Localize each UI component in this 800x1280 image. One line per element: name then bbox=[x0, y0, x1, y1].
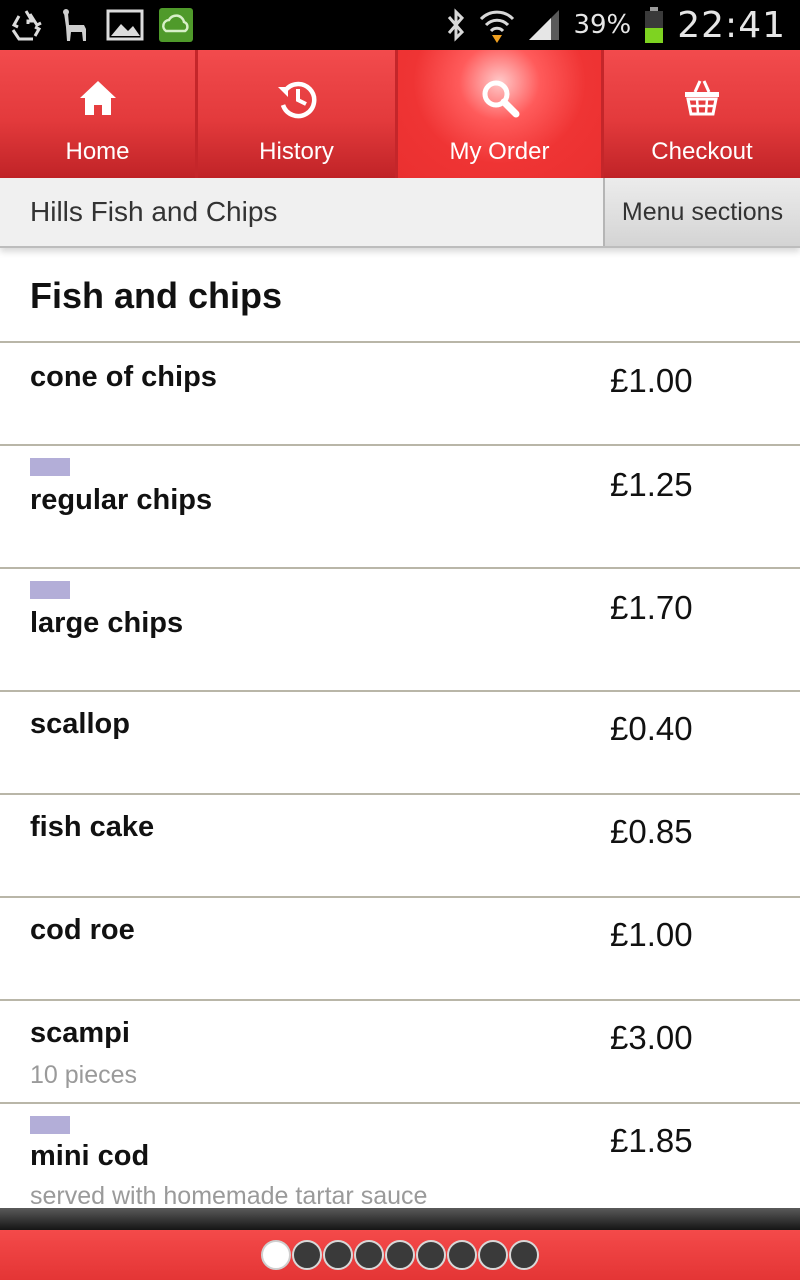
tab-my-order-label: My Order bbox=[449, 138, 550, 165]
item-name: fish cake bbox=[30, 811, 155, 843]
search-icon bbox=[480, 78, 520, 123]
item-price: £1.85 bbox=[610, 1122, 693, 1159]
item-name: mini cod bbox=[30, 1140, 150, 1172]
item-name: scampi bbox=[30, 1017, 130, 1049]
alpaca-icon bbox=[58, 7, 92, 43]
history-icon bbox=[276, 78, 318, 125]
tab-history[interactable]: History bbox=[198, 50, 398, 178]
page-indicator bbox=[261, 1240, 539, 1270]
item-name: scallop bbox=[30, 708, 130, 740]
recycle-icon bbox=[8, 8, 44, 42]
tab-home-label: Home bbox=[65, 138, 130, 165]
page-dot[interactable] bbox=[478, 1240, 508, 1270]
battery-icon bbox=[643, 6, 665, 44]
signal-icon bbox=[527, 8, 561, 42]
item-price: £1.00 bbox=[610, 362, 693, 399]
restaurant-name: Hills Fish and Chips bbox=[30, 196, 278, 227]
item-price: £1.70 bbox=[610, 589, 693, 626]
page-dot[interactable] bbox=[416, 1240, 446, 1270]
menu-item[interactable]: scampi 10 pieces £3.00 bbox=[0, 1001, 800, 1104]
weather-app-icon bbox=[158, 7, 194, 43]
menu-item[interactable]: fish cake £0.85 bbox=[0, 795, 800, 898]
tab-my-order[interactable]: My Order bbox=[398, 50, 604, 178]
tab-home[interactable]: Home bbox=[0, 50, 198, 178]
page-dot[interactable] bbox=[447, 1240, 477, 1270]
item-price: £0.40 bbox=[610, 710, 693, 747]
tab-checkout-label: Checkout bbox=[651, 138, 753, 165]
menu-item[interactable]: cone of chips £1.00 bbox=[0, 343, 800, 446]
item-name: regular chips bbox=[30, 484, 213, 516]
menu-item[interactable]: large chips £1.70 bbox=[0, 569, 800, 692]
item-price: £0.85 bbox=[610, 813, 693, 850]
basket-icon bbox=[683, 78, 721, 121]
status-bar: 39% 22:41 bbox=[0, 0, 800, 50]
item-swatch bbox=[30, 1116, 70, 1134]
tab-history-label: History bbox=[259, 138, 334, 165]
bottom-divider bbox=[0, 1208, 800, 1230]
page-dot[interactable] bbox=[261, 1240, 291, 1270]
tab-checkout[interactable]: Checkout bbox=[604, 50, 800, 178]
page-dot[interactable] bbox=[323, 1240, 353, 1270]
top-nav: Home History My Order Checkout bbox=[0, 50, 800, 178]
gallery-icon bbox=[106, 8, 144, 42]
bluetooth-icon bbox=[445, 8, 467, 42]
page-dot[interactable] bbox=[292, 1240, 322, 1270]
page-dot[interactable] bbox=[385, 1240, 415, 1270]
wifi-icon bbox=[479, 7, 515, 43]
menu-item[interactable]: scallop £0.40 bbox=[0, 692, 800, 795]
menu-item[interactable]: regular chips £1.25 bbox=[0, 446, 800, 569]
menu-item[interactable]: cod roe £1.00 bbox=[0, 898, 800, 1001]
page-dot[interactable] bbox=[509, 1240, 539, 1270]
battery-percent: 39% bbox=[573, 10, 632, 40]
home-icon bbox=[78, 78, 118, 123]
item-price: £3.00 bbox=[610, 1019, 693, 1056]
item-name: cone of chips bbox=[30, 361, 217, 393]
item-price: £1.00 bbox=[610, 916, 693, 953]
page-indicator-bar bbox=[0, 1230, 800, 1280]
item-name: large chips bbox=[30, 607, 184, 639]
clock: 22:41 bbox=[677, 4, 786, 46]
item-description: 10 pieces bbox=[30, 1061, 138, 1089]
item-name: cod roe bbox=[30, 914, 135, 946]
item-price: £1.25 bbox=[610, 466, 693, 503]
page-dot[interactable] bbox=[354, 1240, 384, 1270]
section-title: Fish and chips bbox=[0, 250, 800, 343]
menu-item-list: cone of chips £1.00 regular chips £1.25 … bbox=[0, 343, 800, 1214]
restaurant-bar: Hills Fish and Chips Menu sections bbox=[0, 178, 800, 248]
menu-sections-button[interactable]: Menu sections bbox=[603, 178, 800, 246]
menu-item[interactable]: mini cod served with homemade tartar sau… bbox=[0, 1104, 800, 1214]
item-description: served with homemade tartar sauce bbox=[30, 1182, 428, 1210]
item-swatch bbox=[30, 581, 70, 599]
item-swatch bbox=[30, 458, 70, 476]
